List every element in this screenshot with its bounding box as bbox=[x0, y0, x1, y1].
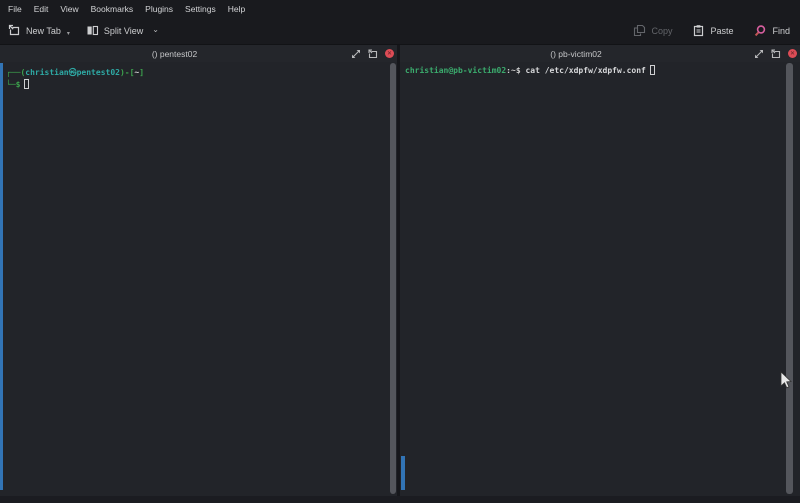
terminal-pane-pb-victim02[interactable]: christian@pb-victim02:~$ cat /etc/xdpfw/… bbox=[400, 62, 800, 496]
find-icon bbox=[753, 24, 767, 38]
new-tab-icon bbox=[8, 24, 21, 37]
new-tab-dropdown-caret[interactable]: ▾ bbox=[67, 30, 70, 37]
terminal-cursor bbox=[24, 79, 29, 89]
split-view-icon bbox=[86, 24, 99, 37]
new-tab-button[interactable]: New Tab ▾ bbox=[8, 24, 70, 37]
prompt-user-host: christian㉿pentest02 bbox=[25, 68, 120, 77]
prompt-line: christian@pb-victim02:~$ cat /etc/xdpfw/… bbox=[405, 65, 786, 77]
paste-label: Paste bbox=[710, 26, 733, 36]
right-pane-scrollbar[interactable] bbox=[786, 63, 793, 494]
terminal-cursor bbox=[650, 65, 655, 75]
expand-view-icon[interactable] bbox=[754, 49, 764, 59]
terminal-split-area: ┌──(christian㉿pentest02)-[~] └─$ christi… bbox=[0, 62, 800, 496]
find-button[interactable]: Find bbox=[753, 24, 790, 38]
copy-icon bbox=[633, 24, 646, 37]
prompt-separator: )-[ bbox=[120, 68, 134, 77]
prompt-bracket-close: ] bbox=[139, 68, 144, 77]
menu-edit[interactable]: Edit bbox=[28, 2, 55, 16]
prompt-dollar: └─$ bbox=[6, 80, 20, 89]
left-pane-scrollbar[interactable] bbox=[390, 63, 396, 494]
mouse-pointer-icon bbox=[779, 371, 793, 396]
paste-icon bbox=[692, 24, 705, 37]
left-pane-title: () pentest02 bbox=[0, 45, 349, 62]
konsole-window: File Edit View Bookmarks Plugins Setting… bbox=[0, 0, 800, 503]
prompt-line-1: ┌──(christian㉿pentest02)-[~] bbox=[6, 67, 387, 79]
paste-button[interactable]: Paste bbox=[692, 24, 733, 37]
copy-button[interactable]: Copy bbox=[633, 24, 672, 37]
toolbar: New Tab ▾ Split View ⌄ Cop bbox=[0, 17, 800, 44]
typed-command: cat /etc/xdpfw/xdpfw.conf bbox=[525, 66, 645, 75]
pane-header-row: () pentest02 ✕ () pb-vict bbox=[0, 44, 800, 62]
right-pane-header-icons: ✕ bbox=[754, 45, 797, 62]
prompt-line-2: └─$ bbox=[6, 79, 387, 91]
left-pane-header-icons: ✕ bbox=[351, 45, 394, 62]
terminal-pane-pentest02[interactable]: ┌──(christian㉿pentest02)-[~] └─$ bbox=[0, 62, 397, 496]
copy-label: Copy bbox=[651, 26, 672, 36]
prompt-user-host: christian@pb-victim02 bbox=[405, 66, 506, 75]
menu-plugins[interactable]: Plugins bbox=[139, 2, 179, 16]
left-pane-header[interactable]: () pentest02 ✕ bbox=[0, 45, 397, 62]
right-pane-title: () pb-victim02 bbox=[400, 45, 752, 62]
prompt-box-open: ┌──( bbox=[6, 68, 25, 77]
find-label: Find bbox=[772, 26, 790, 36]
detach-tab-icon[interactable] bbox=[771, 49, 781, 59]
toolbar-right-group: Copy Paste bbox=[613, 24, 790, 38]
right-pane-header[interactable]: () pb-victim02 ✕ bbox=[400, 45, 800, 62]
active-pane-indicator bbox=[0, 63, 3, 490]
split-view-chevron-down-icon[interactable]: ⌄ bbox=[152, 25, 159, 34]
left-pane-close-icon[interactable]: ✕ bbox=[385, 49, 394, 58]
prompt-dollar: $ bbox=[516, 66, 526, 75]
menu-help[interactable]: Help bbox=[222, 2, 251, 16]
split-view-button[interactable]: Split View ⌄ bbox=[86, 24, 159, 37]
window-bottom-edge bbox=[0, 496, 800, 503]
menu-view[interactable]: View bbox=[54, 2, 84, 16]
detach-tab-icon[interactable] bbox=[368, 49, 378, 59]
expand-view-icon[interactable] bbox=[351, 49, 361, 59]
menu-file[interactable]: File bbox=[2, 2, 28, 16]
new-output-indicator bbox=[401, 456, 405, 490]
menu-bookmarks[interactable]: Bookmarks bbox=[85, 2, 140, 16]
menu-settings[interactable]: Settings bbox=[179, 2, 222, 16]
new-tab-label: New Tab bbox=[26, 26, 61, 36]
right-pane-close-icon[interactable]: ✕ bbox=[788, 49, 797, 58]
split-view-label: Split View bbox=[104, 26, 143, 36]
menu-bar: File Edit View Bookmarks Plugins Setting… bbox=[0, 0, 800, 17]
